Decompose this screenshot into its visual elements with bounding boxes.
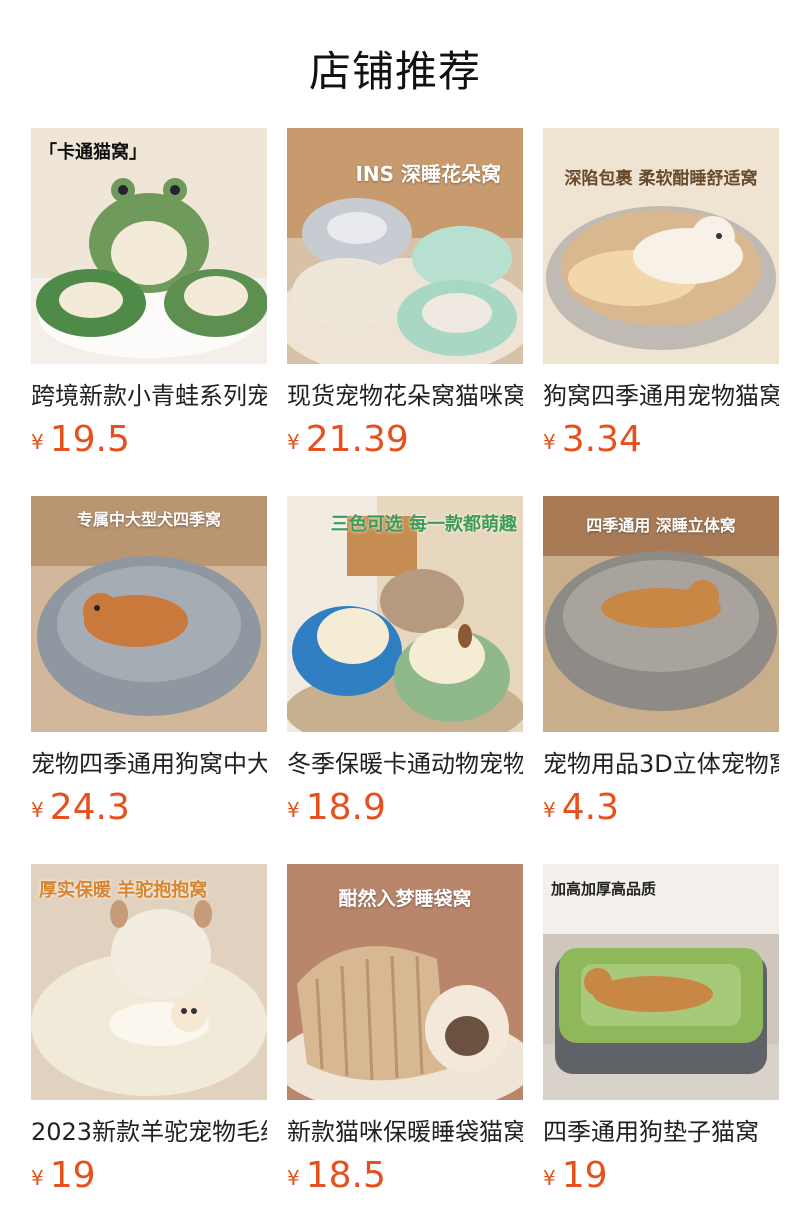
product-image-caption: INS 深睡花朵窝 bbox=[355, 162, 501, 186]
product-price: ¥18.5 bbox=[287, 1156, 523, 1202]
product-image[interactable]: 厚实保暖 羊驼抱抱窝 bbox=[31, 864, 267, 1100]
product-name[interactable]: 宠物用品3D立体宠物窝 bbox=[543, 748, 779, 780]
product-image-caption: 酣然入梦睡袋窝 bbox=[338, 888, 472, 910]
currency-symbol: ¥ bbox=[543, 1166, 556, 1190]
product-name[interactable]: 现货宠物花朵窝猫咪窝 bbox=[287, 380, 523, 412]
page-title: 店铺推荐 bbox=[308, 47, 481, 96]
product-card[interactable]: 酣然入梦睡袋窝 新款猫咪保暖睡袋猫窝 ¥18.5 bbox=[287, 864, 523, 1202]
product-name[interactable]: 四季通用狗垫子猫窝 bbox=[543, 1116, 779, 1148]
product-card[interactable]: 加高加厚高品质 四季通用狗垫子猫窝 ¥19 bbox=[543, 864, 779, 1202]
grey-dog-bed-illustration bbox=[31, 496, 267, 732]
currency-symbol: ¥ bbox=[287, 798, 300, 822]
product-price: ¥18.9 bbox=[287, 788, 523, 834]
currency-symbol: ¥ bbox=[543, 430, 556, 454]
price-value: 18.5 bbox=[305, 1155, 386, 1196]
price-value: 19.5 bbox=[49, 419, 130, 460]
price-value: 19 bbox=[561, 1155, 608, 1196]
product-image[interactable]: 深陷包裹 柔软酣睡舒适窝 bbox=[543, 128, 779, 364]
product-price: ¥21.39 bbox=[287, 420, 523, 466]
product-name[interactable]: 跨境新款小青蛙系列宠物窝 bbox=[31, 380, 267, 412]
product-name[interactable]: 宠物四季通用狗窝中大型 bbox=[31, 748, 267, 780]
price-value: 24.3 bbox=[49, 787, 130, 828]
price-value: 4.3 bbox=[561, 787, 619, 828]
product-name[interactable]: 狗窝四季通用宠物猫窝 bbox=[543, 380, 779, 412]
currency-symbol: ¥ bbox=[31, 798, 44, 822]
product-image[interactable]: 加高加厚高品质 bbox=[543, 864, 779, 1100]
price-value: 21.39 bbox=[305, 419, 409, 460]
square-mat-illustration bbox=[543, 864, 779, 1100]
product-image[interactable]: 专属中大型犬四季窝 bbox=[31, 496, 267, 732]
price-value: 19 bbox=[49, 1155, 96, 1196]
currency-symbol: ¥ bbox=[31, 1166, 44, 1190]
product-image[interactable]: 三色可选 每一款都萌趣 bbox=[287, 496, 523, 732]
product-image-caption: 深陷包裹 柔软酣睡舒适窝 bbox=[564, 169, 758, 189]
product-image[interactable]: 四季通用 深睡立体窝 bbox=[543, 496, 779, 732]
product-image-caption: 专属中大型犬四季窝 bbox=[76, 510, 221, 529]
product-image[interactable]: 酣然入梦睡袋窝 bbox=[287, 864, 523, 1100]
product-name[interactable]: 新款猫咪保暖睡袋猫窝 bbox=[287, 1116, 523, 1148]
product-image[interactable]: INS 深睡花朵窝 bbox=[287, 128, 523, 364]
product-image[interactable]: 「卡通猫窝」 bbox=[31, 128, 267, 364]
product-price: ¥3.34 bbox=[543, 420, 779, 466]
product-price: ¥24.3 bbox=[31, 788, 267, 834]
product-price: ¥19 bbox=[543, 1156, 779, 1202]
product-card[interactable]: 三色可选 每一款都萌趣 冬季保暖卡通动物宠物窝 ¥18.9 bbox=[287, 496, 523, 834]
product-card[interactable]: 四季通用 深睡立体窝 宠物用品3D立体宠物窝 ¥4.3 bbox=[543, 496, 779, 834]
product-card[interactable]: INS 深睡花朵窝 现货宠物花朵窝猫咪窝 ¥21.39 bbox=[287, 128, 523, 466]
product-card[interactable]: 「卡通猫窝」 跨境新款小青蛙系列宠物窝 ¥19.5 bbox=[31, 128, 267, 466]
product-card[interactable]: 专属中大型犬四季窝 宠物四季通用狗窝中大型 ¥24.3 bbox=[31, 496, 267, 834]
currency-symbol: ¥ bbox=[543, 798, 556, 822]
product-name[interactable]: 2023新款羊驼宠物毛绒窝 bbox=[31, 1116, 267, 1148]
product-card[interactable]: 深陷包裹 柔软酣睡舒适窝 狗窝四季通用宠物猫窝 ¥3.34 bbox=[543, 128, 779, 466]
product-name[interactable]: 冬季保暖卡通动物宠物窝 bbox=[287, 748, 523, 780]
price-value: 3.34 bbox=[561, 419, 642, 460]
product-image-caption: 「卡通猫窝」 bbox=[39, 142, 147, 163]
price-value: 18.9 bbox=[305, 787, 386, 828]
currency-symbol: ¥ bbox=[287, 1166, 300, 1190]
currency-symbol: ¥ bbox=[31, 430, 44, 454]
product-image-caption: 三色可选 每一款都萌趣 bbox=[330, 514, 517, 535]
product-price: ¥4.3 bbox=[543, 788, 779, 834]
currency-symbol: ¥ bbox=[287, 430, 300, 454]
product-price: ¥19.5 bbox=[31, 420, 267, 466]
product-price: ¥19 bbox=[31, 1156, 267, 1202]
product-image-caption: 厚实保暖 羊驼抱抱窝 bbox=[39, 880, 208, 901]
product-image-caption: 四季通用 深睡立体窝 bbox=[586, 516, 736, 535]
product-image-caption: 加高加厚高品质 bbox=[551, 880, 657, 898]
product-card[interactable]: 厚实保暖 羊驼抱抱窝 2023新款羊驼宠物毛绒窝 ¥19 bbox=[31, 864, 267, 1202]
